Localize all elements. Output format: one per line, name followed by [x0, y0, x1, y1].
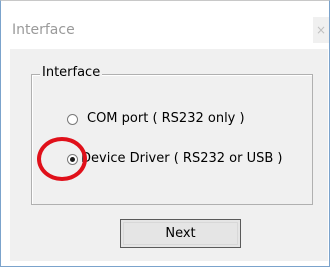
title-bar[interactable]: Interface × — [1, 1, 329, 49]
radio-option-com-port[interactable]: COM port ( RS232 only ) — [67, 110, 245, 128]
groupbox-legend: Interface — [40, 65, 103, 81]
red-annotation-circle — [37, 137, 87, 181]
radio-label-device-driver: Device Driver ( RS232 or USB ) — [81, 151, 283, 166]
radio-label-com-port: COM port ( RS232 only ) — [87, 111, 245, 126]
close-button[interactable]: × — [313, 17, 329, 43]
radio-option-device-driver[interactable]: Device Driver ( RS232 or USB ) — [67, 150, 282, 168]
radio-button-com-port[interactable] — [67, 113, 78, 125]
window-title: Interface — [12, 22, 75, 38]
next-button-label: Next — [165, 226, 196, 241]
next-button[interactable]: Next — [120, 219, 241, 248]
